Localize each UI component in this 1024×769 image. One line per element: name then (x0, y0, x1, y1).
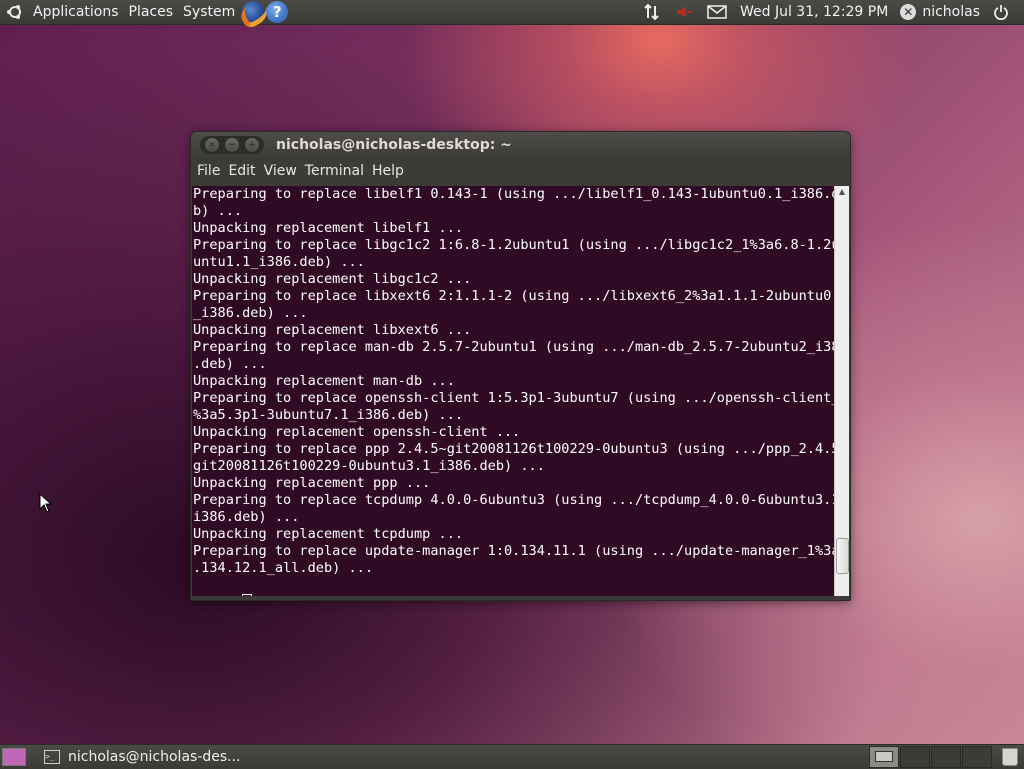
ubuntu-logo-icon[interactable] (6, 3, 24, 21)
trash-icon[interactable] (1002, 748, 1018, 766)
workspace-switcher (868, 746, 992, 768)
menu-view[interactable]: View (260, 158, 301, 184)
terminal-line: Unpacking replacement libxext6 ... (193, 322, 472, 338)
terminal-line: Preparing to replace ppp 2.4.5~git200811… (193, 441, 834, 457)
terminal-line: Preparing to replace libelf1 0.143-1 (us… (193, 186, 834, 202)
minimize-icon[interactable]: − (224, 137, 240, 153)
terminal-line: git20081126t100229-0ubuntu3.1_i386.deb) … (193, 458, 545, 474)
help-icon[interactable]: ? (266, 1, 289, 23)
terminal-line: Unpacking replacement ppp ... (193, 475, 431, 491)
firefox-icon[interactable] (242, 1, 265, 23)
window-controls: × − + (200, 136, 264, 154)
menu-help[interactable]: Help (368, 158, 408, 184)
terminal-icon: >_ (44, 750, 60, 764)
places-menu[interactable]: Places (124, 0, 179, 24)
terminal-cursor (242, 594, 253, 596)
power-icon[interactable] (993, 4, 1009, 20)
user-menu[interactable]: ✕ nicholas (894, 4, 986, 20)
panel-tray: Wed Jul 31, 12:29 PM ✕ nicholas (636, 0, 1024, 24)
terminal-line: Unpacking replacement libelf1 ... (193, 220, 464, 236)
terminal-line: %3a5.3p1-3ubuntu7.1_i386.deb) ... (193, 407, 464, 423)
mail-icon[interactable] (707, 5, 727, 19)
taskbar-terminal-button[interactable]: >_ nicholas@nicholas-des... (40, 746, 244, 768)
terminal-line: .134.12.1_all.deb) ... (193, 560, 374, 576)
terminal-line: b) ... (193, 203, 243, 219)
bottom-panel: >_ nicholas@nicholas-des... (0, 744, 1024, 769)
terminal-scrollbar[interactable]: ▲ (834, 186, 849, 596)
workspace-3[interactable] (931, 746, 961, 768)
terminal-line: Preparing to replace tcpdump 4.0.0-6ubun… (193, 492, 834, 508)
terminal-line: Preparing to replace update-manager 1:0.… (193, 543, 834, 559)
menu-file[interactable]: File (193, 158, 224, 184)
terminal-line: _i386.deb) ... (193, 305, 308, 321)
user-name: nicholas (922, 4, 980, 20)
terminal-prompt-line[interactable] (192, 577, 834, 596)
user-icon: ✕ (900, 4, 917, 20)
terminal-window: × − + nicholas@nicholas-desktop: ~ File … (190, 131, 851, 601)
close-icon[interactable]: × (204, 137, 220, 153)
show-desktop-icon[interactable] (2, 748, 26, 766)
menu-edit[interactable]: Edit (224, 158, 259, 184)
system-menu[interactable]: System (178, 0, 240, 24)
terminal-line: i386.deb) ... (193, 509, 300, 525)
panel-menus: Applications Places System ? (0, 0, 289, 24)
terminal-line: Unpacking replacement man-db ... (193, 373, 455, 389)
scroll-thumb[interactable] (836, 538, 849, 574)
top-panel: Applications Places System ? Wed Jul 31,… (0, 0, 1024, 25)
terminal-line: untu1.1_i386.deb) ... (193, 254, 365, 270)
clock[interactable]: Wed Jul 31, 12:29 PM (734, 4, 894, 20)
terminal-line: Unpacking replacement openssh-client ... (193, 424, 521, 440)
terminal-line: Preparing to replace libxext6 2:1.1.1-2 … (193, 288, 834, 304)
mouse-pointer-icon (39, 493, 53, 513)
terminal-menubar: File Edit View Terminal Help (191, 158, 850, 184)
window-titlebar[interactable]: × − + nicholas@nicholas-desktop: ~ (191, 132, 850, 158)
workspace-2[interactable] (900, 746, 930, 768)
terminal-line: Preparing to replace libgc1c2 1:6.8-1.2u… (193, 237, 834, 253)
terminal-line: Preparing to replace man-db 2.5.7-2ubunt… (193, 339, 834, 355)
scroll-up-icon[interactable]: ▲ (835, 186, 849, 198)
applications-menu[interactable]: Applications (28, 0, 124, 24)
terminal-output[interactable]: Preparing to replace libelf1 0.143-1 (us… (192, 186, 834, 596)
terminal-line: Unpacking replacement tcpdump ... (193, 526, 464, 542)
terminal-line: Unpacking replacement libgc1c2 ... (193, 271, 472, 287)
maximize-icon[interactable]: + (244, 137, 260, 153)
taskbar-item-label: nicholas@nicholas-des... (68, 749, 241, 765)
workspace-4[interactable] (962, 746, 992, 768)
workspace-1[interactable] (869, 746, 899, 768)
network-icon[interactable] (643, 3, 661, 21)
window-title: nicholas@nicholas-desktop: ~ (276, 137, 512, 153)
volume-muted-icon[interactable] (675, 4, 693, 20)
terminal-line: .deb) ... (193, 356, 267, 372)
terminal-line: Preparing to replace openssh-client 1:5.… (193, 390, 834, 406)
menu-terminal[interactable]: Terminal (301, 158, 368, 184)
